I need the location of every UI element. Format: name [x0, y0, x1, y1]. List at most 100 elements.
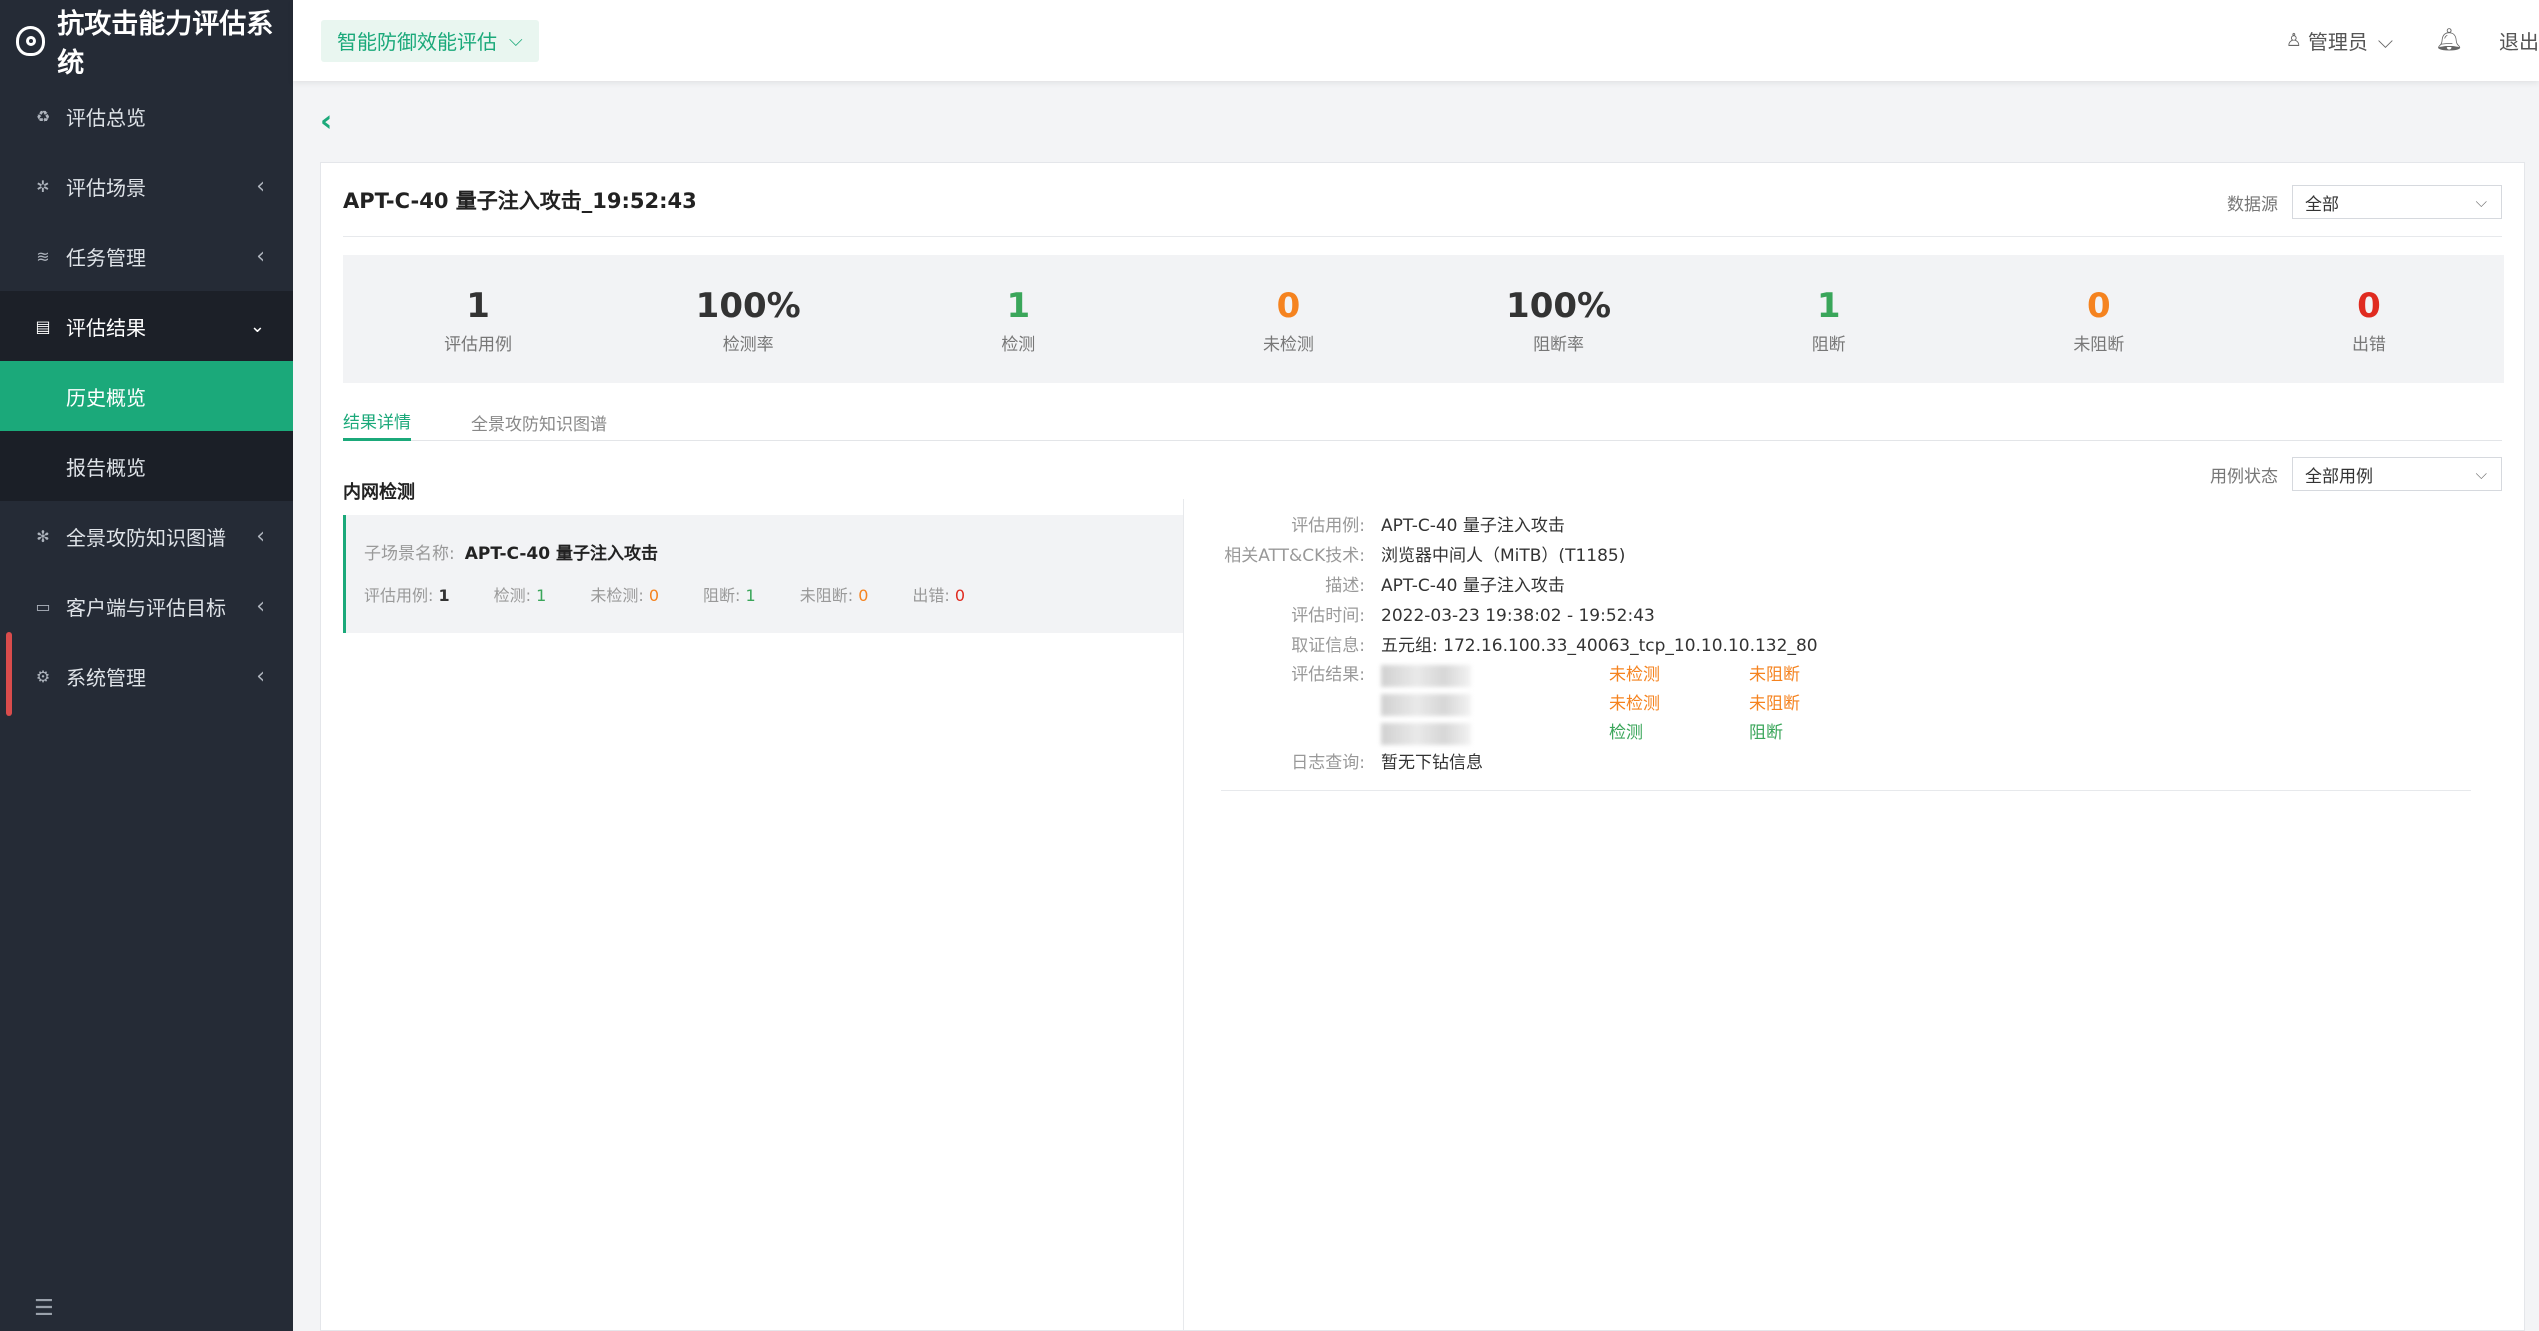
- sidebar-scrollbar[interactable]: [6, 632, 12, 716]
- sidebar-item-clients[interactable]: ▭ 客户端与评估目标 ‹: [0, 571, 293, 641]
- scene-detect: 1: [536, 586, 547, 605]
- stat-unblocked: 0 未阻断: [1964, 255, 2234, 383]
- result-card: APT-C-40 量子注入攻击_19:52:43 数据源 全部 ⌵ 1 评估用例…: [320, 162, 2525, 1331]
- scene-unblock-label: 未阻断:: [799, 586, 854, 605]
- detail-value: 浏览器中间人（MiTB）(T1185): [1381, 546, 1626, 566]
- bell-icon[interactable]: 🔔︎: [2435, 28, 2463, 53]
- scene-stats: 评估用例: 1 检测: 1 未检测: 0 阻断: 1 未阻断: 0 出错: 0: [364, 582, 1183, 606]
- graph-icon: ✻: [36, 526, 50, 546]
- stats-summary: 1 评估用例 100% 检测率 1 检测 0 未检测 100% 阻断率 1 阻断…: [343, 255, 2504, 383]
- detail-key: 日志查询:: [1291, 753, 1365, 773]
- scene-name: APT-C-40 量子注入攻击: [464, 544, 659, 564]
- result-block: 阻断: [1749, 723, 1783, 743]
- submenu-results: 历史概览 报告概览: [0, 361, 293, 501]
- chevron-left-icon: ‹: [256, 523, 265, 549]
- app-title: 抗攻击能力评估系统: [57, 8, 274, 79]
- datasource-value: 全部: [2305, 194, 2339, 215]
- detail-row-description: 描述: APT-C-40 量子注入攻击: [1221, 571, 2472, 601]
- detail-row-log: 日志查询: 暂无下钻信息: [1221, 748, 2472, 778]
- datasource-label: 数据源: [2227, 194, 2278, 215]
- chevron-left-icon: ‹: [256, 243, 265, 269]
- panel-divider: [1183, 499, 1184, 1330]
- sidebar-item-scenes[interactable]: ✲ 评估场景 ‹: [0, 151, 293, 221]
- detail-key: 评估用例:: [1291, 516, 1365, 536]
- sidebar-item-overview[interactable]: ♻ 评估总览: [0, 81, 293, 151]
- detail-value: 暂无下钻信息: [1381, 753, 1483, 773]
- stat-label: 阻断: [1811, 334, 1846, 355]
- scene-block: 1: [745, 586, 756, 605]
- sidebar-item-results[interactable]: ▤ 评估结果 ⌄: [0, 291, 293, 361]
- stat-value: 100%: [695, 285, 801, 326]
- detail-value: APT-C-40 量子注入攻击: [1381, 516, 1565, 536]
- stat-label: 阻断率: [1533, 334, 1585, 355]
- back-arrow-icon[interactable]: ‹: [320, 104, 332, 139]
- detail-key: 取证信息:: [1291, 636, 1365, 656]
- settings-icon: ⚙: [35, 666, 51, 686]
- logout-link[interactable]: 退出: [2499, 26, 2539, 55]
- stat-value: 1: [1816, 285, 1841, 326]
- stat-blocked: 1 阻断: [1694, 255, 1964, 383]
- sidebar: 抗攻击能力评估系统 ♻ 评估总览 ✲ 评估场景 ‹ ≋ 任务管理 ‹ ▤ 评估结…: [0, 0, 293, 1331]
- datasource-select[interactable]: 全部 ⌵: [2292, 185, 2502, 219]
- stat-label: 检测: [1001, 334, 1036, 355]
- user-icon: ♙: [2285, 30, 2302, 51]
- stat-cases: 1 评估用例: [343, 255, 613, 383]
- sidebar-item-label: 客户端与评估目标: [66, 595, 226, 620]
- chevron-down-icon: ⌵: [509, 30, 523, 51]
- case-status-select[interactable]: 全部用例 ⌵: [2292, 457, 2502, 491]
- header-actions: ♙ 管理员 ⌵ 🔔︎ 退出: [2286, 0, 2539, 81]
- case-detail: 评估用例: APT-C-40 量子注入攻击 相关ATT&CK技术: 浏览器中间人…: [1221, 511, 2472, 791]
- sidebar-item-label: 评估总览: [66, 105, 146, 130]
- sidebar-item-knowledge-graph[interactable]: ✻ 全景攻防知识图谱 ‹: [0, 501, 293, 571]
- module-label: 智能防御效能评估: [337, 30, 497, 54]
- sidebar-item-label: 评估场景: [66, 175, 146, 200]
- sidebar-item-label: 任务管理: [66, 245, 146, 270]
- stat-value: 0: [2086, 285, 2111, 326]
- stat-value: 1: [1006, 285, 1031, 326]
- user-menu[interactable]: ♙ 管理员 ⌵: [2286, 26, 2393, 55]
- detail-row-result: 未检测 未阻断: [1221, 690, 2472, 719]
- brand: 抗攻击能力评估系统: [0, 0, 293, 81]
- tab-result-details[interactable]: 结果详情: [343, 403, 411, 441]
- case-status-filter: 用例状态 全部用例 ⌵: [2210, 457, 2502, 491]
- redacted-text: [1381, 694, 1471, 716]
- sidebar-item-tasks[interactable]: ≋ 任务管理 ‹: [0, 221, 293, 291]
- scene-cases: 1: [438, 586, 450, 605]
- stat-errors: 0 出错: [2234, 255, 2504, 383]
- chevron-left-icon: ‹: [256, 173, 265, 199]
- chevron-down-icon: ⌵: [2475, 193, 2487, 211]
- scene-name-row: 子场景名称: APT-C-40 量子注入攻击: [364, 539, 1183, 564]
- scene-cases-label: 评估用例:: [364, 586, 434, 605]
- sidebar-item-system[interactable]: ⚙ 系统管理 ‹: [0, 641, 293, 711]
- scene-list-item[interactable]: 子场景名称: APT-C-40 量子注入攻击 评估用例: 1 检测: 1 未检测:…: [343, 515, 1183, 633]
- stat-value: 0: [2357, 285, 2381, 326]
- sidebar-subitem-reports[interactable]: 报告概览: [0, 431, 293, 501]
- tab-knowledge-graph[interactable]: 全景攻防知识图谱: [471, 403, 607, 441]
- module-switcher[interactable]: 智能防御效能评估 ⌵: [321, 19, 539, 62]
- stat-label: 未检测: [1262, 334, 1314, 355]
- case-status-label: 用例状态: [2210, 466, 2278, 487]
- collapse-menu-icon[interactable]: ☰: [34, 1296, 54, 1321]
- detail-key: 相关ATT&CK技术:: [1224, 546, 1365, 566]
- sidebar-subitem-history[interactable]: 历史概览: [0, 361, 293, 431]
- scene-block-label: 阻断:: [703, 586, 741, 605]
- stat-value: 1: [466, 285, 490, 326]
- sidebar-item-label: 系统管理: [66, 665, 146, 690]
- stat-value: 100%: [1506, 285, 1612, 326]
- scene-undetect: 0: [648, 586, 660, 605]
- detail-row-evidence: 取证信息: 五元组: 172.16.100.33_40063_tcp_10.10…: [1221, 631, 2472, 661]
- stat-detected: 1 检测: [883, 255, 1153, 383]
- scene-undetect-label: 未检测:: [590, 586, 644, 605]
- chevron-left-icon: ‹: [256, 663, 265, 689]
- scene-error: 0: [954, 586, 966, 605]
- page-title: APT-C-40 量子注入攻击_19:52:43: [343, 188, 697, 213]
- scene-name-label: 子场景名称:: [364, 544, 455, 564]
- stat-undetected: 0 未检测: [1153, 255, 1423, 383]
- result-detect: 未检测: [1609, 694, 1660, 714]
- stat-block-rate: 100% 阻断率: [1424, 255, 1694, 383]
- detail-value: 五元组: 172.16.100.33_40063_tcp_10.10.10.13…: [1381, 636, 1818, 656]
- detail-key: 评估结果:: [1291, 665, 1365, 685]
- stat-label: 未阻断: [2073, 334, 2125, 355]
- detail-key: 描述:: [1325, 576, 1365, 596]
- stat-value: 0: [1276, 285, 1301, 326]
